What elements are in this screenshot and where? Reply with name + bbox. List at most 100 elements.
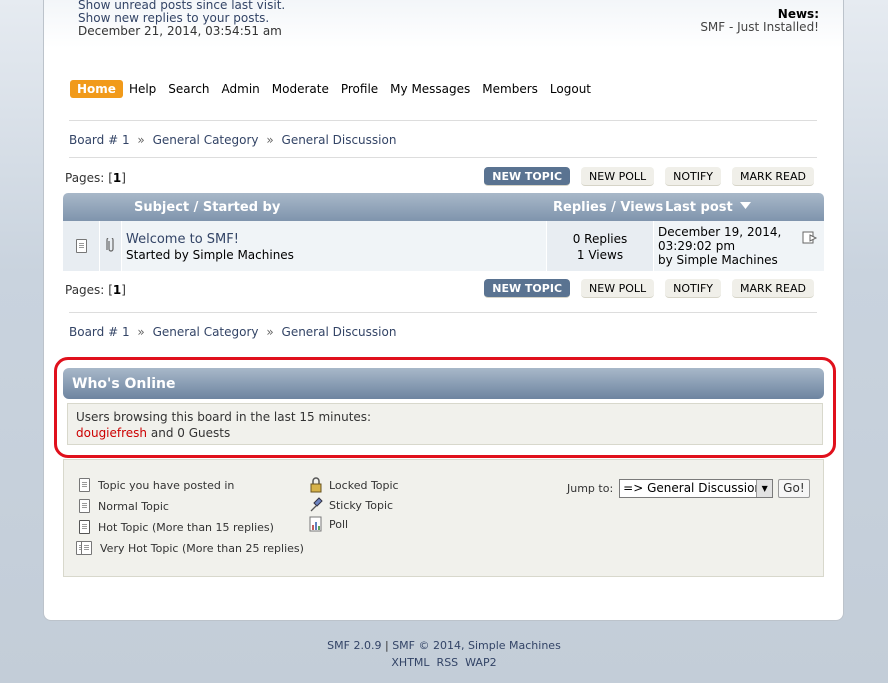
breadcrumb-board[interactable]: Board # 1 xyxy=(69,325,130,339)
pages-bracket-close: ] xyxy=(121,171,126,185)
pages-label: Pages: xyxy=(65,171,105,185)
xhtml-link[interactable]: XHTML xyxy=(391,656,429,669)
breadcrumb-category[interactable]: General Category xyxy=(153,325,259,339)
lock-icon xyxy=(310,477,322,493)
new-poll-button[interactable]: NEW POLL xyxy=(581,279,655,298)
footer-links: XHTML RSS WAP2 xyxy=(0,656,888,669)
breadcrumb-discussion[interactable]: General Discussion xyxy=(282,325,397,339)
footer-copyright: SMF 2.0.9 | SMF © 2014, Simple Machines xyxy=(0,639,888,652)
pin-icon xyxy=(310,497,323,512)
breadcrumb: Board # 1 » General Category » General D… xyxy=(69,325,396,339)
news-box: News: SMF - Just Installed! xyxy=(700,8,819,34)
pages-bracket-close: ] xyxy=(121,283,126,297)
pagination-bottom: Pages: [1] xyxy=(65,283,126,297)
views-count: 1 Views xyxy=(576,248,624,262)
replies-count: 0 Replies xyxy=(572,232,628,246)
menu-my-messages[interactable]: My Messages xyxy=(384,80,476,98)
new-topic-button[interactable]: NEW TOPIC xyxy=(484,167,571,186)
paperclip-icon xyxy=(106,238,114,252)
legend-label: Locked Topic xyxy=(329,478,399,492)
rss-link[interactable]: RSS xyxy=(437,656,459,669)
current-page: 1 xyxy=(112,171,122,185)
breadcrumb-discussion[interactable]: General Discussion xyxy=(282,133,397,147)
breadcrumb: Board # 1 » General Category » General D… xyxy=(69,133,396,147)
legend-item: Poll xyxy=(309,516,348,532)
go-button[interactable]: Go! xyxy=(778,479,810,498)
triangle-down-icon xyxy=(740,202,752,209)
pagination-top: Pages: [1] xyxy=(65,171,126,185)
notify-button[interactable]: NOTIFY xyxy=(665,167,722,186)
menu-help[interactable]: Help xyxy=(123,80,162,98)
last-post-info: December 19, 2014, 03:29:02 pm by Simple… xyxy=(658,225,781,267)
legend-item: Normal Topic xyxy=(78,498,169,514)
breadcrumb-separator: » xyxy=(266,133,274,147)
current-date: December 21, 2014, 03:54:51 am xyxy=(78,24,282,38)
user-links: Show unread posts since last visit. Show… xyxy=(78,0,285,38)
new-poll-button[interactable]: NEW POLL xyxy=(581,167,655,186)
menu-search[interactable]: Search xyxy=(162,80,215,98)
last-post-author: by Simple Machines xyxy=(658,253,778,267)
legend-label: Sticky Topic xyxy=(329,498,394,512)
button-strip-bottom: NEW TOPIC NEW POLL NOTIFY MARK READ xyxy=(484,279,814,298)
hot-topic-icon xyxy=(78,519,92,535)
main-menu: Home Help Search Admin Moderate Profile … xyxy=(70,80,597,98)
legend-item: Hot Topic (More than 15 replies) xyxy=(78,519,274,535)
topic-stats-cell: 0 Replies 1 Views xyxy=(547,221,654,271)
highlight-ring xyxy=(54,357,836,458)
topic-lastpost-cell: December 19, 2014, 03:29:02 pm by Simple… xyxy=(654,221,824,271)
breadcrumb-category[interactable]: General Category xyxy=(153,133,259,147)
col-replies[interactable]: Replies / Views xyxy=(553,200,663,215)
menu-logout[interactable]: Logout xyxy=(544,80,597,98)
legend-item: Topic you have posted in xyxy=(78,477,234,493)
menu-admin[interactable]: Admin xyxy=(216,80,266,98)
divider xyxy=(69,157,817,158)
menu-members[interactable]: Members xyxy=(476,80,544,98)
last-post-link-icon[interactable] xyxy=(802,230,818,246)
breadcrumb-separator: » xyxy=(266,325,274,339)
topic-status-cell xyxy=(63,221,100,271)
posted-topic-icon xyxy=(78,477,92,493)
last-post-date: December 19, 2014, xyxy=(658,225,782,239)
mark-read-button[interactable]: MARK READ xyxy=(732,167,814,186)
very-hot-topic-icon xyxy=(76,540,94,556)
legend-label: Hot Topic (More than 15 replies) xyxy=(98,520,274,534)
jump-to-label: Jump to: xyxy=(567,482,614,495)
divider xyxy=(69,312,817,313)
jump-to: Jump to: => General Discussion ▼ Go! xyxy=(567,479,810,498)
jump-to-select[interactable]: => General Discussion ▼ xyxy=(619,479,774,498)
pages-label: Pages: xyxy=(65,283,105,297)
footer-separator: | xyxy=(384,639,389,652)
topic-legend: Topic you have posted in Normal Topic Ho… xyxy=(63,459,824,577)
wap2-link[interactable]: WAP2 xyxy=(465,656,496,669)
legend-label: Very Hot Topic (More than 25 replies) xyxy=(100,541,304,555)
poll-icon xyxy=(309,516,322,532)
button-strip-top: NEW TOPIC NEW POLL NOTIFY MARK READ xyxy=(484,167,814,186)
legend-item: Very Hot Topic (More than 25 replies) xyxy=(76,540,304,556)
smf-version-link[interactable]: SMF 2.0.9 xyxy=(327,639,381,652)
menu-profile[interactable]: Profile xyxy=(335,80,384,98)
mark-read-button[interactable]: MARK READ xyxy=(732,279,814,298)
menu-moderate[interactable]: Moderate xyxy=(266,80,335,98)
divider xyxy=(69,120,817,121)
legend-item: Locked Topic xyxy=(309,477,399,493)
legend-label: Normal Topic xyxy=(98,499,169,513)
topic-title-link[interactable]: Welcome to SMF! xyxy=(126,232,239,247)
legend-item: Sticky Topic xyxy=(309,497,393,513)
copyright-link[interactable]: SMF © 2014, Simple Machines xyxy=(392,639,561,652)
col-lastpost-label: Last post xyxy=(665,200,733,215)
legend-label: Topic you have posted in xyxy=(98,478,235,492)
notify-button[interactable]: NOTIFY xyxy=(665,279,722,298)
news-text: SMF - Just Installed! xyxy=(700,20,819,34)
topic-attach-cell xyxy=(100,221,122,271)
new-topic-button[interactable]: NEW TOPIC xyxy=(484,279,571,298)
breadcrumb-separator: » xyxy=(137,133,145,147)
col-subject[interactable]: Subject / Started by xyxy=(134,200,280,215)
current-page: 1 xyxy=(112,283,122,297)
col-lastpost[interactable]: Last post xyxy=(665,200,752,215)
legend-label: Poll xyxy=(329,517,349,531)
jump-to-value: => General Discussion xyxy=(623,481,763,495)
menu-home[interactable]: Home xyxy=(70,80,123,98)
last-post-time: 03:29:02 pm xyxy=(658,239,736,253)
breadcrumb-board[interactable]: Board # 1 xyxy=(69,133,130,147)
topic-starter: Started by Simple Machines xyxy=(126,248,294,262)
